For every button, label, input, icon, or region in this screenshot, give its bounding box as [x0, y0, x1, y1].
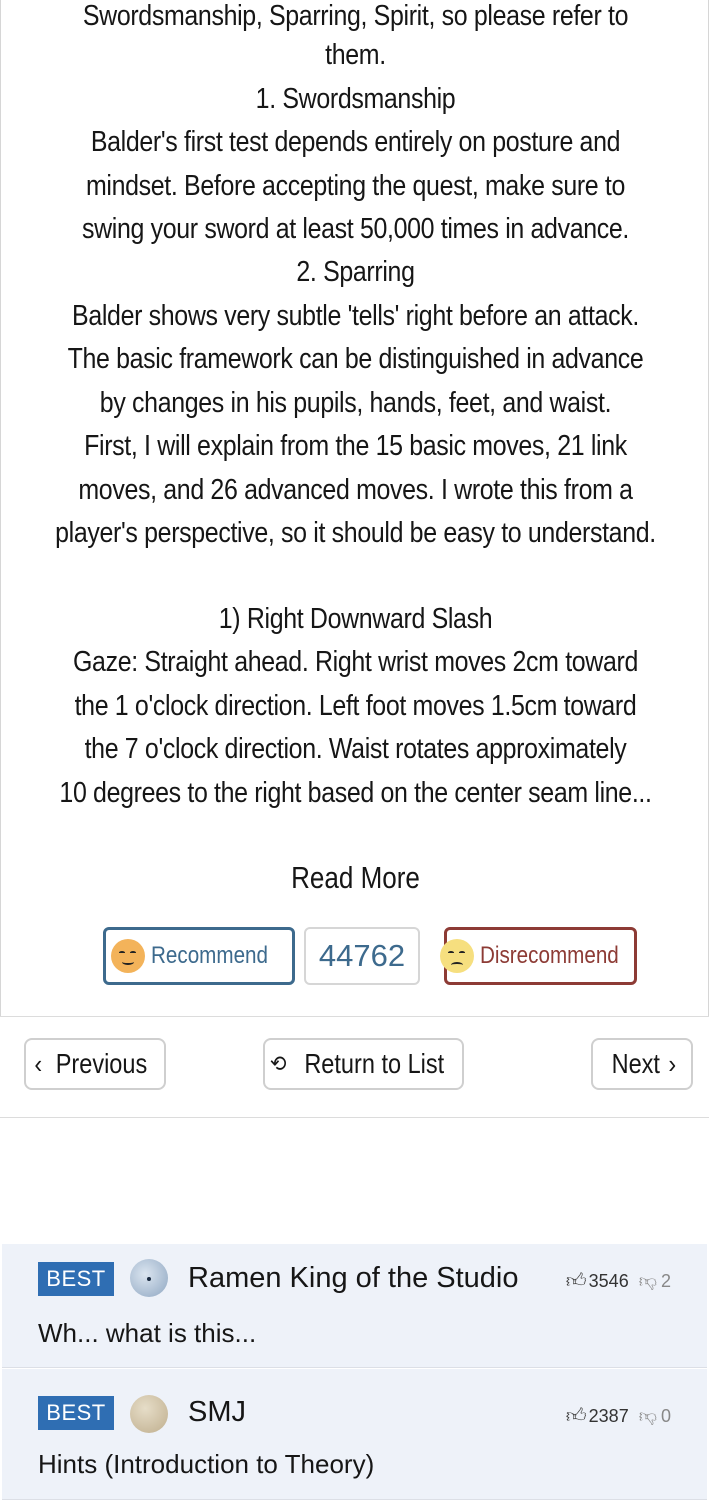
- comment-author[interactable]: Ramen King of the Studio: [188, 1262, 518, 1295]
- chevron-right-icon: ›: [668, 1048, 677, 1079]
- best-badge: BEST: [38, 1262, 114, 1296]
- section-heading: 1. Swordsmanship: [255, 83, 456, 115]
- recommend-button[interactable]: Recommend: [103, 927, 295, 985]
- article-line: 10 degrees to the right based on the cen…: [59, 777, 652, 809]
- comment-text: Hints (Introduction to Theory): [38, 1449, 375, 1479]
- article-line: the 7 o'clock direction. Waist rotates a…: [84, 733, 627, 765]
- comment-item: BEST SMJ 👍︎ 2387 👎︎ 0 Hints (Introductio…: [2, 1369, 707, 1500]
- article-line: Balder shows very subtle 'tells' right b…: [72, 300, 639, 332]
- thumbs-down-icon[interactable]: 👎︎: [639, 1405, 657, 1427]
- post-navigation: ‹ Previous ⟲ Return to List Next ›: [0, 1016, 709, 1118]
- thumbs-down-icon[interactable]: 👎︎: [639, 1270, 657, 1292]
- article-line: the 1 o'clock direction. Left foot moves…: [74, 690, 637, 722]
- section-heading: 2. Sparring: [296, 256, 415, 288]
- comment-votes: 👍︎ 2387 👎︎ 0: [566, 1404, 671, 1428]
- like-count: 3546: [588, 1270, 629, 1291]
- article-line: The basic framework can be distinguished…: [67, 343, 644, 375]
- disrecommend-label: Disrecommend: [479, 942, 619, 969]
- article-line: swing your sword at least 50,000 times i…: [81, 213, 630, 245]
- section-heading: 1) Right Downward Slash: [218, 603, 493, 635]
- next-button[interactable]: Next ›: [591, 1038, 693, 1090]
- article-line: Swordsmanship, Sparring, Spirit, so plea…: [82, 0, 629, 32]
- previous-label: Previous: [55, 1048, 148, 1079]
- article-line: Gaze: Straight ahead. Right wrist moves …: [73, 646, 638, 678]
- thumbs-up-icon[interactable]: 👍︎: [566, 1404, 587, 1428]
- article-body: Swordsmanship, Sparring, Spirit, so plea…: [0, 0, 709, 1016]
- like-count: 2387: [588, 1405, 629, 1426]
- previous-button[interactable]: ‹ Previous: [24, 1038, 166, 1090]
- comment-item: BEST Ramen King of the Studio 👍︎ 3546 👎︎…: [2, 1244, 707, 1368]
- article-line: them.: [325, 39, 386, 71]
- dislike-count: 2: [660, 1270, 671, 1291]
- return-to-list-label: Return to List: [304, 1048, 445, 1079]
- undo-icon: ⟲: [269, 1051, 287, 1076]
- article-line: moves, and 26 advanced moves. I wrote th…: [78, 474, 633, 506]
- article-line: mindset. Before accepting the quest, mak…: [85, 170, 626, 202]
- disrecommend-button[interactable]: Disrecommend: [439, 927, 637, 985]
- article-line: player's perspective, so it should be ea…: [55, 517, 656, 549]
- frown-emoji-icon: [439, 939, 474, 973]
- article-line: Balder's first test depends entirely on …: [90, 126, 621, 158]
- article-line: by changes in his pupils, hands, feet, a…: [99, 387, 612, 419]
- comment-author[interactable]: SMJ: [188, 1396, 246, 1429]
- avatar[interactable]: [130, 1395, 168, 1433]
- chevron-left-icon: ‹: [34, 1048, 43, 1079]
- thumbs-up-icon[interactable]: 👍︎: [566, 1269, 587, 1293]
- comment-text: Wh... what is this...: [38, 1318, 257, 1348]
- avatar[interactable]: [130, 1259, 168, 1297]
- read-more-link[interactable]: Read More: [58, 860, 654, 896]
- comment-votes: 👍︎ 3546 👎︎ 2: [566, 1269, 671, 1293]
- return-to-list-button[interactable]: ⟲ Return to List: [263, 1038, 464, 1090]
- article-line: First, I will explain from the 15 basic …: [84, 430, 627, 462]
- smile-emoji-icon: [110, 939, 145, 973]
- recommend-label: Recommend: [150, 942, 268, 969]
- best-badge: BEST: [38, 1396, 114, 1430]
- dislike-count: 0: [660, 1405, 671, 1426]
- recommend-count: 44762: [304, 927, 420, 985]
- next-label: Next: [611, 1048, 660, 1079]
